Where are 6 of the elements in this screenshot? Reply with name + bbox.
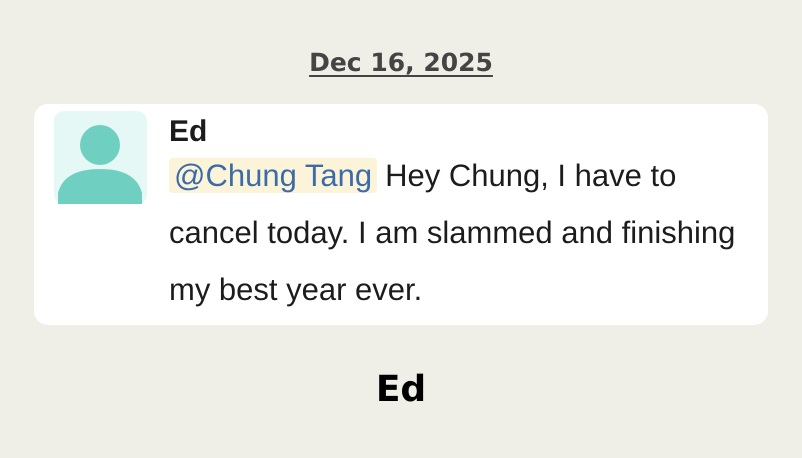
footer-name: Ed [376, 368, 426, 412]
author-name: Ed [169, 114, 208, 150]
date-label: Dec 16, 2025 [309, 47, 493, 79]
avatar-icon [54, 110, 147, 204]
message-text: @Chung Tang Hey Chung, I have to cancel today. I am slammed and finishing my best year ever. [169, 156, 736, 308]
mention-link[interactable]: @Chung Tang [169, 158, 378, 192]
